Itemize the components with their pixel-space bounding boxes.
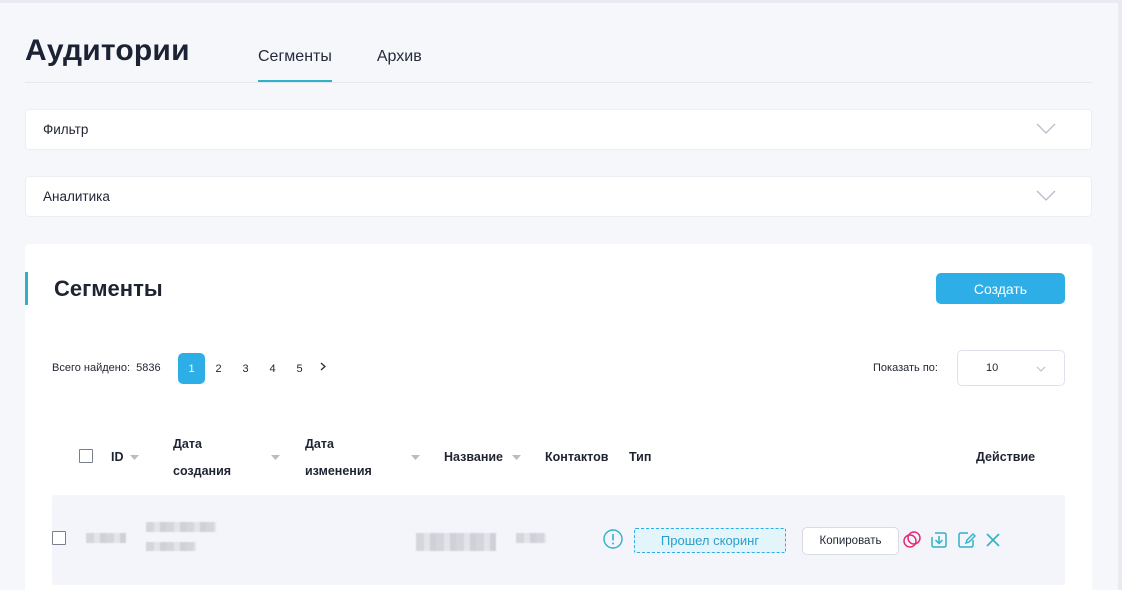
info-icon[interactable] (603, 529, 623, 549)
row-name-redacted (416, 533, 496, 551)
analytics-accordion-label: Аналитика (43, 189, 110, 204)
export-icon[interactable] (929, 530, 949, 550)
column-header-contacts: Контактов (545, 450, 609, 464)
panel-accent-bar (25, 272, 28, 305)
table-row: Прошел скоринг Копировать (52, 495, 1065, 585)
column-header-modified-line2[interactable]: изменения (305, 458, 372, 485)
chevron-right-icon (320, 362, 326, 371)
row-checkbox[interactable] (52, 531, 66, 545)
edit-icon[interactable] (956, 530, 976, 550)
column-header-action: Действие (976, 450, 1036, 464)
tab-segments[interactable]: Сегменты (258, 48, 332, 82)
row-created-redacted (146, 522, 216, 532)
sort-icon[interactable] (512, 455, 521, 460)
pagination: 1 2 3 4 5 (178, 353, 333, 384)
page-3[interactable]: 3 (232, 353, 259, 384)
page-size-select[interactable]: 10 (957, 350, 1065, 386)
total-found-label: Всего найдено: (52, 362, 131, 374)
scrollbar-track (1118, 0, 1122, 590)
tab-bar: Сегменты Архив (258, 48, 422, 82)
select-all-checkbox[interactable] (79, 449, 93, 463)
total-found: Всего найдено: 5836 (52, 362, 161, 374)
column-header-id[interactable]: ID (111, 444, 124, 471)
column-header-name[interactable]: Название (444, 444, 503, 471)
page-size-value: 10 (986, 362, 999, 374)
merge-icon[interactable] (902, 530, 922, 550)
row-contacts-redacted (516, 533, 546, 543)
page-2[interactable]: 2 (205, 353, 232, 384)
chevron-down-icon (1036, 366, 1046, 372)
chevron-down-icon (1036, 190, 1056, 201)
status-badge: Прошел скоринг (634, 528, 786, 553)
delete-icon[interactable] (983, 530, 1003, 550)
row-id-redacted (86, 533, 126, 543)
column-header-created-line2[interactable]: создания (173, 458, 231, 485)
tab-archive[interactable]: Архив (377, 48, 422, 82)
create-button[interactable]: Создать (936, 273, 1065, 304)
tabs-divider (25, 82, 1092, 83)
next-page-button[interactable] (313, 351, 333, 382)
column-header-modified-line1: Дата (305, 437, 334, 451)
chevron-down-icon (1036, 123, 1056, 134)
row-created-time-redacted (146, 542, 196, 551)
page-title: Аудитории (25, 34, 190, 67)
column-header-type: Тип (629, 450, 652, 464)
sort-icon[interactable] (271, 455, 280, 460)
sort-icon[interactable] (130, 455, 139, 460)
filter-accordion[interactable]: Фильтр (25, 109, 1092, 150)
page-5[interactable]: 5 (286, 353, 313, 384)
filter-accordion-label: Фильтр (43, 122, 89, 137)
sort-icon[interactable] (411, 455, 420, 460)
page-1[interactable]: 1 (178, 353, 205, 384)
segments-title: Сегменты (54, 276, 163, 301)
column-header-created-line1: Дата (173, 437, 202, 451)
segments-panel: Сегменты Создать Всего найдено: 5836 1 2… (25, 244, 1092, 590)
top-border (0, 0, 1122, 3)
copy-button[interactable]: Копировать (802, 527, 899, 555)
total-found-count: 5836 (136, 362, 161, 374)
page-size-label: Показать по: (873, 362, 938, 374)
analytics-accordion[interactable]: Аналитика (25, 176, 1092, 217)
page-4[interactable]: 4 (259, 353, 286, 384)
